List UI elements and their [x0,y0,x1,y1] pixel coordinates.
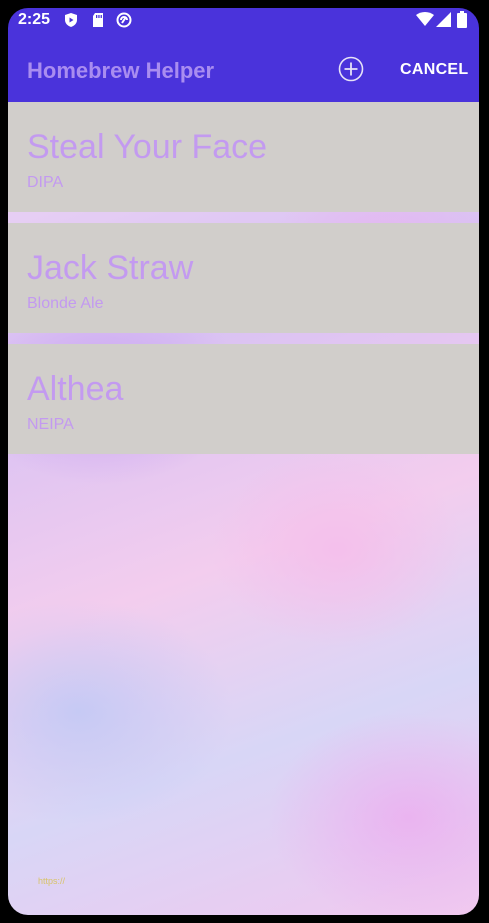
status-bar: 2:25 [8,8,479,34]
beer-style: DIPA [27,174,64,191]
sync-icon [116,12,132,28]
list-item[interactable]: Steal Your Face DIPA [8,102,479,212]
signal-icon [436,12,451,27]
beer-style: Blonde Ale [27,295,104,312]
shield-icon [65,13,77,27]
phone-screen: 2:25 Homebrew Helper CANCEL Steal Your F… [8,8,479,915]
beer-name: Jack Straw [27,249,194,287]
wifi-icon [416,12,434,26]
beer-name: Steal Your Face [27,128,268,166]
status-time: 2:25 [18,11,51,28]
app-bar: Homebrew Helper CANCEL [8,34,479,102]
app-title: Homebrew Helper [27,58,215,83]
add-circle-icon[interactable] [338,56,364,82]
beer-style: NEIPA [27,416,74,433]
battery-icon [457,11,467,28]
watermark-text: https:// [38,876,66,886]
cancel-button[interactable]: CANCEL [400,61,468,79]
list-item[interactable]: Althea NEIPA [8,344,479,454]
list-item[interactable]: Jack Straw Blonde Ale [8,223,479,333]
beer-name: Althea [27,370,124,408]
sd-card-icon [93,13,103,27]
